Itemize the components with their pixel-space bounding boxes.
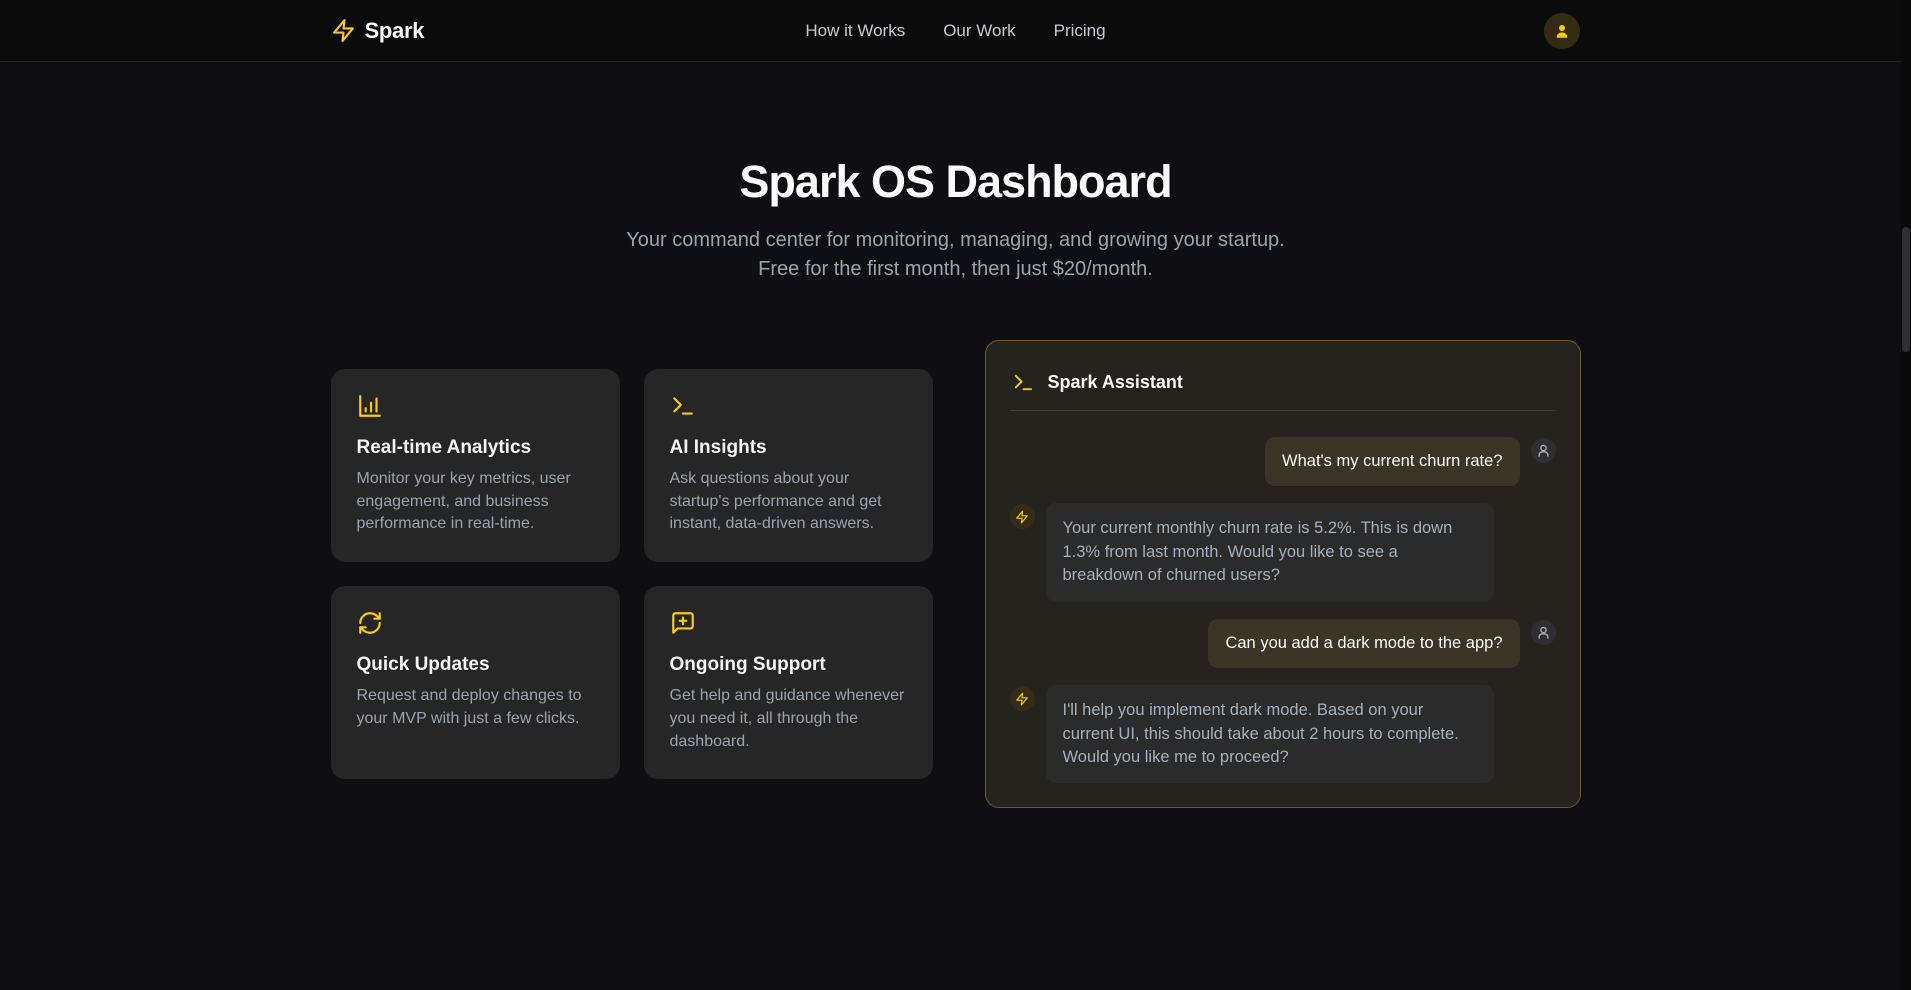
scrollbar-thumb[interactable]: [1902, 227, 1910, 352]
page-title: Spark OS Dashboard: [0, 156, 1911, 208]
terminal-icon: [1012, 371, 1035, 394]
navbar: Spark How it Works Our Work Pricing: [0, 0, 1911, 62]
page-subtitle: Your command center for monitoring, mana…: [616, 226, 1296, 284]
feature-title: Real-time Analytics: [357, 437, 594, 459]
brand-logo[interactable]: Spark: [331, 18, 591, 44]
nav-link-our-work[interactable]: Our Work: [943, 21, 1015, 41]
message-plus-icon: [670, 610, 907, 636]
main-content: Real-time Analytics Monitor your key met…: [0, 340, 1911, 808]
feature-card-ongoing-support[interactable]: Ongoing Support Get help and guidance wh…: [644, 586, 933, 779]
scrollbar: [1901, 0, 1911, 990]
feature-grid: Real-time Analytics Monitor your key met…: [331, 369, 933, 779]
assistant-title: Spark Assistant: [1048, 372, 1183, 393]
bar-chart-icon: [357, 393, 594, 419]
feature-title: Ongoing Support: [670, 654, 907, 676]
nav-link-pricing[interactable]: Pricing: [1054, 21, 1106, 41]
hero-section: Spark OS Dashboard Your command center f…: [0, 62, 1911, 284]
assistant-message-bubble: I'll help you implement dark mode. Based…: [1046, 685, 1494, 783]
feature-description: Monitor your key metrics, user engagemen…: [357, 468, 594, 536]
nav-link-how-it-works[interactable]: How it Works: [805, 21, 905, 41]
refresh-icon: [357, 610, 594, 636]
feature-card-analytics[interactable]: Real-time Analytics Monitor your key met…: [331, 369, 620, 562]
user-message-bubble: Can you add a dark mode to the app?: [1208, 619, 1519, 668]
user-icon: [1553, 22, 1571, 40]
chat-message-user: What's my current churn rate?: [1010, 437, 1556, 486]
feature-description: Ask questions about your startup's perfo…: [670, 468, 907, 536]
terminal-icon: [670, 393, 907, 419]
chat-message-assistant: Your current monthly churn rate is 5.2%.…: [1010, 503, 1556, 601]
user-avatar: [1531, 620, 1556, 645]
zap-icon: [331, 18, 356, 43]
brand-name: Spark: [365, 18, 425, 44]
feature-title: Quick Updates: [357, 654, 594, 676]
feature-title: AI Insights: [670, 437, 907, 459]
assistant-message-bubble: Your current monthly churn rate is 5.2%.…: [1046, 503, 1494, 601]
feature-description: Request and deploy changes to your MVP w…: [357, 685, 594, 730]
nav-links: How it Works Our Work Pricing: [805, 21, 1105, 41]
user-message-bubble: What's my current churn rate?: [1265, 437, 1519, 486]
chat-messages: What's my current churn rate? Your curre…: [1010, 437, 1556, 783]
assistant-header: Spark Assistant: [1010, 365, 1556, 411]
user-avatar: [1531, 438, 1556, 463]
assistant-panel: Spark Assistant What's my current churn …: [985, 340, 1581, 808]
feature-card-ai-insights[interactable]: AI Insights Ask questions about your sta…: [644, 369, 933, 562]
assistant-zap-icon: [1010, 686, 1035, 711]
chat-message-assistant: I'll help you implement dark mode. Based…: [1010, 685, 1556, 783]
user-avatar-button[interactable]: [1544, 13, 1580, 49]
assistant-zap-icon: [1010, 504, 1035, 529]
chat-message-user: Can you add a dark mode to the app?: [1010, 619, 1556, 668]
feature-card-quick-updates[interactable]: Quick Updates Request and deploy changes…: [331, 586, 620, 779]
feature-description: Get help and guidance whenever you need …: [670, 685, 907, 753]
